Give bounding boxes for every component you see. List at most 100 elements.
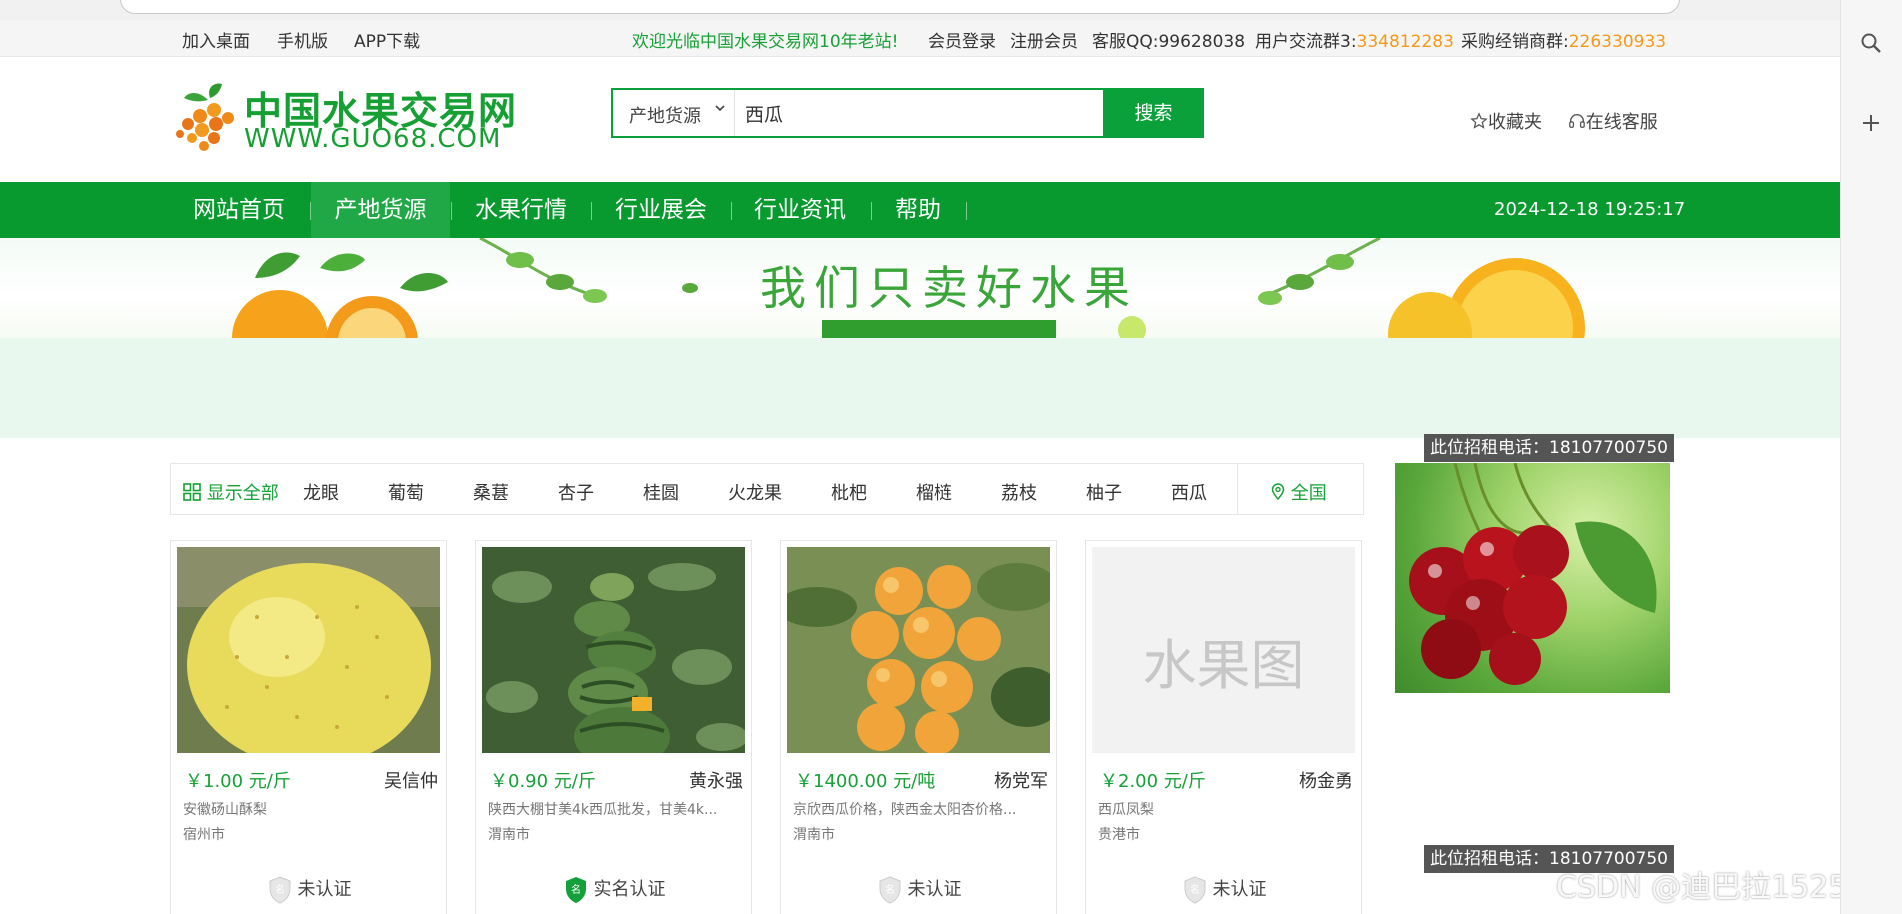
nav-market-quotes[interactable]: 水果行情 bbox=[452, 182, 590, 238]
nav-separator bbox=[966, 202, 967, 220]
banner-slogan: 我们只卖好水果 bbox=[760, 261, 1138, 315]
nav-help[interactable]: 帮助 bbox=[872, 182, 964, 238]
cherry-illustration bbox=[1409, 463, 1657, 685]
certification-label: 实名认证 bbox=[593, 879, 666, 900]
grid-icon bbox=[183, 483, 201, 501]
filter-show-all[interactable]: 显示全部 bbox=[183, 479, 279, 505]
favorites-link[interactable]: 收藏夹 bbox=[1470, 112, 1558, 133]
filter-category[interactable]: 柚子 bbox=[1086, 479, 1122, 505]
favorites-label: 收藏夹 bbox=[1488, 112, 1542, 133]
filter-region[interactable]: 全国 bbox=[1271, 479, 1327, 505]
ad-rent-tag: 此位招租电话：18107700750 bbox=[1424, 434, 1674, 462]
product-card[interactable]: ￥0.90 元/斤 黄永强 陕西大棚甘美4k西瓜批发，甘美4k... 渭南市 名… bbox=[475, 540, 752, 914]
mobile-link[interactable]: 手机版 bbox=[277, 27, 328, 52]
promo-banner[interactable]: 我们只卖好水果 此位招租电话：18107700750 bbox=[0, 238, 1840, 462]
filter-category[interactable]: 杏子 bbox=[558, 479, 594, 505]
svg-text:名: 名 bbox=[571, 883, 581, 896]
headset-icon bbox=[1568, 113, 1585, 128]
add-desktop-link[interactable]: 加入桌面 bbox=[182, 27, 250, 52]
top-info-bar: 加入桌面 手机版 APP下载 欢迎光临中国水果交易网10年老站! 会员登录 注册… bbox=[0, 20, 1840, 57]
placeholder-image-text: 水果图 bbox=[1142, 634, 1305, 697]
site-logo[interactable]: 中国水果交易网 WWW.GUO68.COM bbox=[170, 78, 516, 158]
csdn-watermark: CSDN @迪巴拉1525 bbox=[1556, 870, 1840, 905]
shield-unverified-icon: 名 bbox=[879, 876, 900, 904]
product-card[interactable]: ￥1400.00 元/吨 杨党军 京欣西瓜价格，陕西金太阳杏价格... 渭南市 … bbox=[780, 540, 1057, 914]
location-pin-icon bbox=[1271, 483, 1285, 501]
svg-text:名: 名 bbox=[1190, 883, 1200, 896]
chevron-down-icon bbox=[714, 102, 726, 118]
filter-category[interactable]: 桑葚 bbox=[473, 479, 509, 505]
login-link[interactable]: 会员登录 bbox=[928, 27, 996, 52]
filter-category[interactable]: 火龙果 bbox=[728, 479, 782, 505]
search-category-select[interactable]: 产地货源 bbox=[613, 90, 735, 136]
shield-unverified-icon: 名 bbox=[1184, 876, 1205, 904]
filter-category[interactable]: 葡萄 bbox=[388, 479, 424, 505]
certification-label: 未认证 bbox=[1212, 879, 1267, 900]
product-price: ￥1.00 元/斤 bbox=[185, 771, 291, 792]
page: 加入桌面 手机版 APP下载 欢迎光临中国水果交易网10年老站! 会员登录 注册… bbox=[0, 20, 1840, 914]
product-city: 渭南市 bbox=[793, 827, 835, 843]
filter-category[interactable]: 龙眼 bbox=[303, 479, 339, 505]
search-bar: 产地货源 搜索 bbox=[611, 88, 1204, 138]
product-title[interactable]: 安徽砀山酥梨 bbox=[183, 799, 438, 819]
product-image[interactable] bbox=[177, 547, 440, 753]
category-filter-bar: 显示全部 龙眼 葡萄 桑葚 杏子 桂圆 火龙果 枇杷 榴梿 荔枝 柚子 西瓜 全… bbox=[170, 463, 1364, 515]
product-title[interactable]: 陕西大棚甘美4k西瓜批发，甘美4k... bbox=[488, 799, 743, 819]
product-card[interactable]: 水果图 ￥2.00 元/斤 杨金勇 西瓜凤梨 贵港市 名未认证 bbox=[1085, 540, 1362, 914]
user-group: 用户交流群3:334812283 bbox=[1255, 27, 1454, 52]
browser-side-panel bbox=[1840, 0, 1902, 914]
apricot-image bbox=[787, 547, 1050, 753]
search-button[interactable]: 搜索 bbox=[1103, 88, 1204, 138]
banner-image: 我们只卖好水果 bbox=[0, 238, 1840, 338]
user-group-label: 用户交流群3: bbox=[1255, 32, 1357, 52]
svg-text:名: 名 bbox=[885, 883, 895, 896]
star-icon bbox=[1470, 112, 1488, 129]
svg-text:名: 名 bbox=[275, 883, 285, 896]
filter-category[interactable]: 榴梿 bbox=[916, 479, 952, 505]
certification-status: 名实名认证 bbox=[476, 875, 753, 904]
add-icon[interactable] bbox=[1859, 112, 1883, 136]
product-title[interactable]: 西瓜凤梨 bbox=[1098, 799, 1353, 819]
watermelon-image bbox=[482, 547, 745, 753]
certification-status: 名未认证 bbox=[171, 875, 448, 904]
nav-industry-news[interactable]: 行业资讯 bbox=[732, 182, 868, 238]
filter-divider bbox=[1237, 464, 1238, 514]
product-price: ￥2.00 元/斤 bbox=[1100, 771, 1206, 792]
register-link[interactable]: 注册会员 bbox=[1010, 27, 1078, 52]
product-image[interactable] bbox=[482, 547, 745, 753]
side-ad-cherry-image[interactable] bbox=[1395, 463, 1670, 693]
product-seller[interactable]: 吴信仲 bbox=[384, 767, 438, 793]
online-service-link[interactable]: 在线客服 bbox=[1568, 112, 1668, 133]
product-city: 宿州市 bbox=[183, 827, 225, 843]
product-seller[interactable]: 杨金勇 bbox=[1299, 767, 1353, 793]
banner-ribbon bbox=[822, 320, 1056, 338]
filter-category[interactable]: 桂圆 bbox=[643, 479, 679, 505]
service-qq: 客服QQ:99628038 bbox=[1092, 32, 1246, 52]
certification-label: 未认证 bbox=[297, 879, 352, 900]
filter-category[interactable]: 西瓜 bbox=[1171, 479, 1207, 505]
pear-image bbox=[177, 547, 440, 753]
welcome-text: 欢迎光临中国水果交易网10年老站! bbox=[632, 32, 899, 52]
logo-english-text: WWW.GUO68.COM bbox=[244, 124, 502, 154]
app-download-link[interactable]: APP下载 bbox=[354, 27, 420, 52]
nav-home[interactable]: 网站首页 bbox=[170, 182, 308, 238]
filter-category[interactable]: 荔枝 bbox=[1001, 479, 1037, 505]
buyer-group-number: 226330933 bbox=[1568, 32, 1667, 52]
logo-fruit-icon bbox=[176, 83, 234, 151]
search-input[interactable] bbox=[745, 90, 1103, 136]
certification-status: 名未认证 bbox=[1086, 875, 1363, 904]
product-seller[interactable]: 杨党军 bbox=[994, 767, 1048, 793]
product-city: 贵港市 bbox=[1098, 827, 1140, 843]
nav-exhibitions[interactable]: 行业展会 bbox=[592, 182, 730, 238]
search-icon[interactable] bbox=[1859, 32, 1883, 56]
product-title[interactable]: 京欣西瓜价格，陕西金太阳杏价格... bbox=[793, 799, 1048, 819]
buyer-group: 采购经销商群:226330933 bbox=[1461, 27, 1666, 52]
product-price: ￥0.90 元/斤 bbox=[490, 771, 596, 792]
product-card[interactable]: ￥1.00 元/斤 吴信仲 安徽砀山酥梨 宿州市 名未认证 bbox=[170, 540, 447, 914]
nav-origin-supply[interactable]: 产地货源 bbox=[311, 182, 450, 238]
product-seller[interactable]: 黄永强 bbox=[689, 767, 743, 793]
address-bar[interactable] bbox=[120, 0, 1680, 14]
product-image[interactable] bbox=[787, 547, 1050, 753]
filter-category[interactable]: 枇杷 bbox=[831, 479, 867, 505]
product-image-placeholder[interactable]: 水果图 bbox=[1092, 547, 1355, 753]
